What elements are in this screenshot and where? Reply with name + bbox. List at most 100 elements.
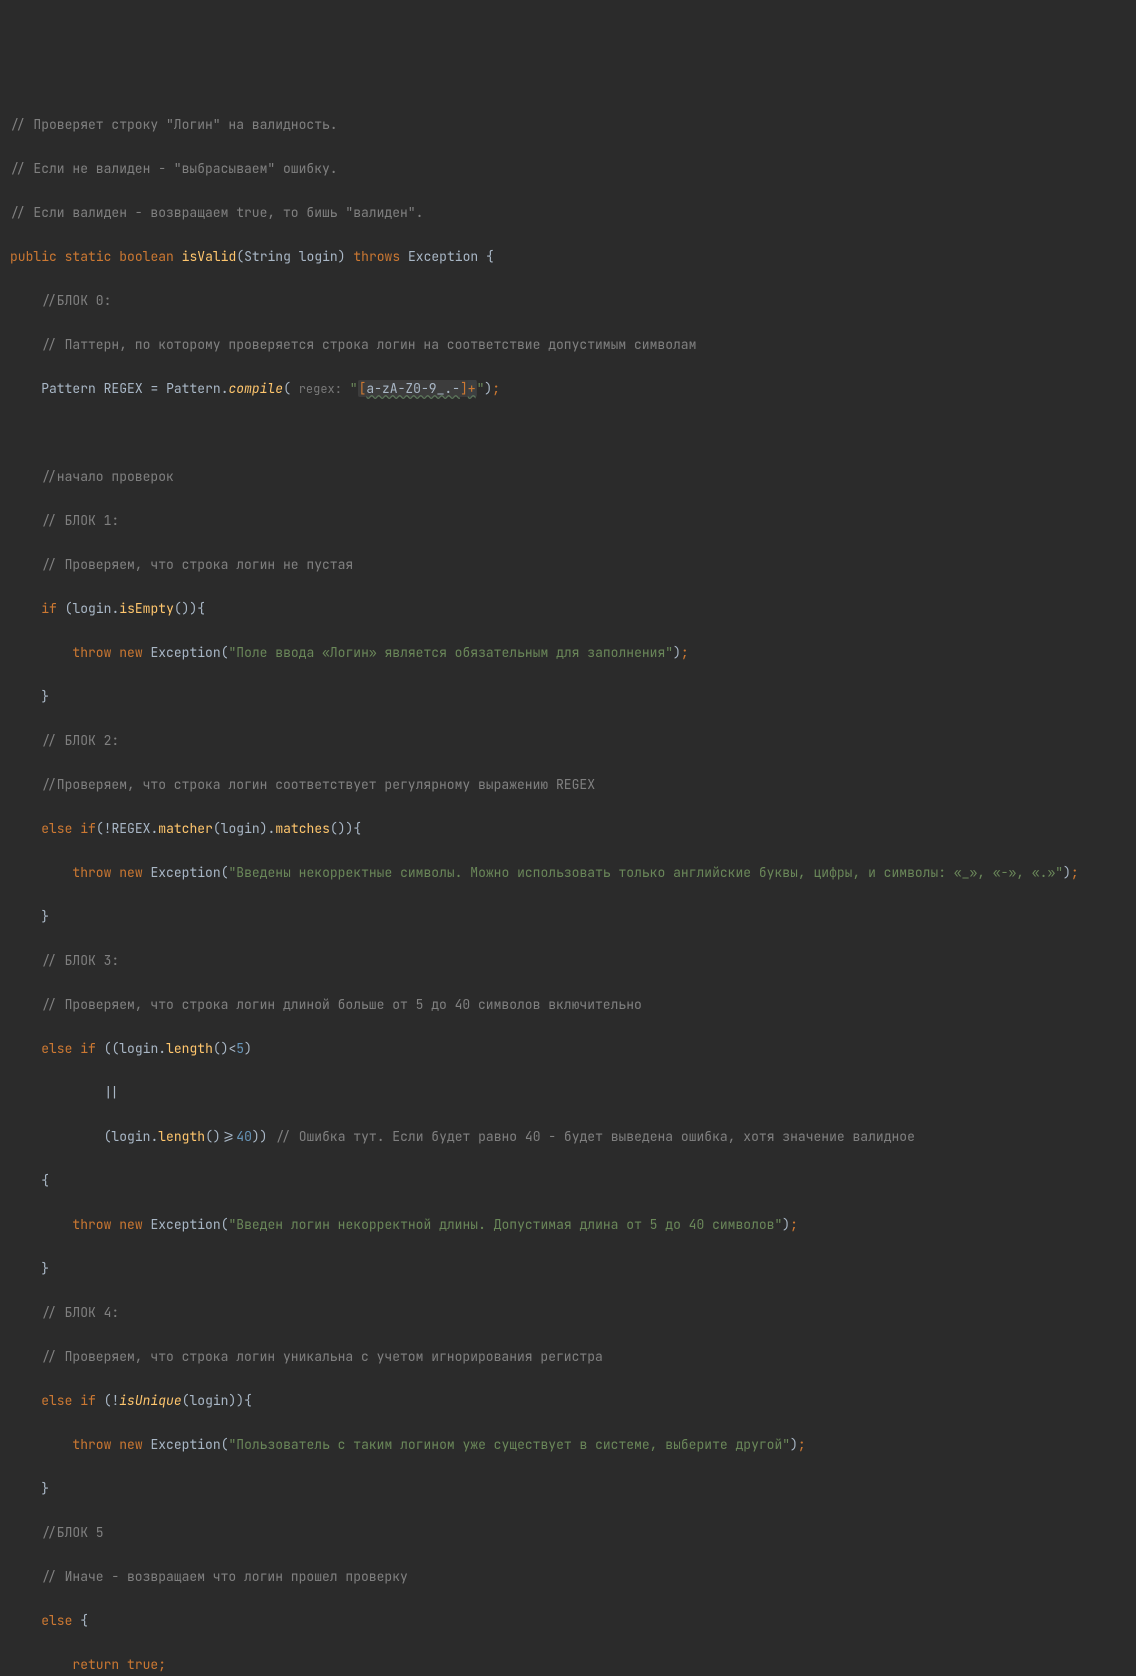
keyword-throws: throws [353, 248, 400, 265]
code-line: { [10, 1170, 1126, 1192]
keyword-boolean: boolean [119, 248, 174, 265]
comment: // Иначе - возвращаем что логин прошел п… [41, 1568, 408, 1585]
string-literal: "Введен логин некорректной длины. Допуст… [228, 1216, 782, 1233]
inlay-hint-regex: regex: [299, 381, 342, 397]
comment: // Проверяем, что строка логин не пустая [41, 556, 353, 573]
comment: // БЛОК 4: [41, 1304, 119, 1321]
string-quote: " [350, 380, 358, 397]
code-line: public static boolean isValid(String log… [10, 246, 1126, 268]
var-regex: REGEX [111, 820, 150, 837]
comment: // Проверяем, что строка логин длиной бо… [41, 996, 642, 1013]
ident-login: login [119, 1040, 158, 1057]
method-length: length [158, 1128, 205, 1145]
code-line: } [10, 1478, 1126, 1500]
code-line: (login.length()>=40)) // Ошибка тут. Есл… [10, 1126, 1126, 1148]
code-line: // Проверяем, что строка логин уникальна… [10, 1346, 1126, 1368]
keyword-static: static [65, 248, 112, 265]
keyword-throw: throw [72, 1216, 111, 1233]
code-line: // Если не валиден - "выбрасываем" ошибк… [10, 158, 1126, 180]
comment: // Проверяет строку "Логин" на валидност… [10, 116, 338, 133]
code-line: // Проверяем, что строка логин длиной бо… [10, 994, 1126, 1016]
code-line: else if (!isUnique(login)){ [10, 1390, 1126, 1412]
code-line: //Проверяем, что строка логин соответств… [10, 774, 1126, 796]
code-line: //БЛОК 0: [10, 290, 1126, 312]
code-line: || [10, 1082, 1126, 1104]
type-exception: Exception [150, 644, 220, 661]
code-line: throw new Exception("Введены некорректны… [10, 862, 1126, 884]
keyword-public: public [10, 248, 57, 265]
code-line: // Паттерн, по которому проверяется стро… [10, 334, 1126, 356]
keyword-new: new [119, 1436, 142, 1453]
code-line: //начало проверок [10, 466, 1126, 488]
ident-login: login [111, 1128, 150, 1145]
var-regex: REGEX [104, 380, 143, 397]
param-login: login [299, 248, 338, 265]
type-pattern: Pattern [41, 380, 96, 397]
type-exception: Exception [408, 248, 478, 265]
code-line: // БЛОК 1: [10, 510, 1126, 532]
keyword-new: new [119, 864, 142, 881]
comment: // БЛОК 3: [41, 952, 119, 969]
code-line: else { [10, 1610, 1126, 1632]
ident-login: login [72, 600, 111, 617]
keyword-else: else [41, 1392, 72, 1409]
number-literal: 40 [236, 1128, 252, 1145]
comment: // Ошибка тут. Если будет равно 40 - буд… [275, 1128, 915, 1145]
string-literal: "Пользователь с таким логином уже сущест… [228, 1436, 790, 1453]
method-length: length [166, 1040, 213, 1057]
code-line: // Если валиден - возвращаем true, то би… [10, 202, 1126, 224]
code-line: return true; [10, 1654, 1126, 1676]
keyword-new: new [119, 644, 142, 661]
code-line: // БЛОК 3: [10, 950, 1126, 972]
regex-pattern: [a-zA-Z0-9_.-]+ [358, 380, 477, 397]
comment: // Если не валиден - "выбрасываем" ошибк… [10, 160, 338, 177]
code-line: //БЛОК 5 [10, 1522, 1126, 1544]
string-literal: "Введены некорректные символы. Можно исп… [228, 864, 1063, 881]
code-line: // Проверяет строку "Логин" на валидност… [10, 114, 1126, 136]
keyword-if: if [80, 1040, 96, 1057]
code-line: Pattern REGEX = Pattern.compile( regex: … [10, 378, 1126, 400]
comment: // Если валиден - возвращаем true, то би… [10, 204, 423, 221]
method-compile: compile [229, 380, 284, 397]
keyword-if: if [41, 600, 57, 617]
comment: // Паттерн, по которому проверяется стро… [41, 336, 696, 353]
code-line: if (login.isEmpty()){ [10, 598, 1126, 620]
comment: //Проверяем, что строка логин соответств… [41, 776, 595, 793]
ident-login: login [189, 1392, 228, 1409]
comment: //БЛОК 0: [41, 292, 111, 309]
code-line: } [10, 1258, 1126, 1280]
code-line: // БЛОК 4: [10, 1302, 1126, 1324]
method-isunique: isUnique [119, 1392, 181, 1409]
code-line: // БЛОК 2: [10, 730, 1126, 752]
code-editor[interactable]: // Проверяет строку "Логин" на валидност… [10, 92, 1126, 1676]
number-literal: 5 [236, 1040, 244, 1057]
comment: //начало проверок [41, 468, 174, 485]
keyword-else: else [41, 820, 72, 837]
comment: // БЛОК 1: [41, 512, 119, 529]
comment: // Проверяем, что строка логин уникальна… [41, 1348, 603, 1365]
keyword-throw: throw [72, 1436, 111, 1453]
code-line: else if ((login.length()<5) [10, 1038, 1126, 1060]
keyword-true: true [127, 1656, 158, 1673]
keyword-if: if [80, 1392, 96, 1409]
type-string: String [244, 248, 291, 265]
comment: //БЛОК 5 [41, 1524, 103, 1541]
method-name: isValid [182, 248, 237, 265]
code-line: } [10, 686, 1126, 708]
code-line: // Иначе - возвращаем что логин прошел п… [10, 1566, 1126, 1588]
type-pattern: Pattern [166, 380, 221, 397]
regex-bracket: ] [460, 380, 468, 397]
keyword-if: if [80, 820, 96, 837]
method-matches: matches [275, 820, 330, 837]
code-line: throw new Exception("Поле ввода «Логин» … [10, 642, 1126, 664]
code-line [10, 422, 1126, 444]
keyword-else: else [41, 1040, 72, 1057]
keyword-new: new [119, 1216, 142, 1233]
keyword-else: else [41, 1612, 72, 1629]
keyword-throw: throw [72, 644, 111, 661]
type-exception: Exception [150, 1436, 220, 1453]
ident-login: login [221, 820, 260, 837]
code-line: } [10, 906, 1126, 928]
code-line: // Проверяем, что строка логин не пустая [10, 554, 1126, 576]
type-exception: Exception [150, 1216, 220, 1233]
